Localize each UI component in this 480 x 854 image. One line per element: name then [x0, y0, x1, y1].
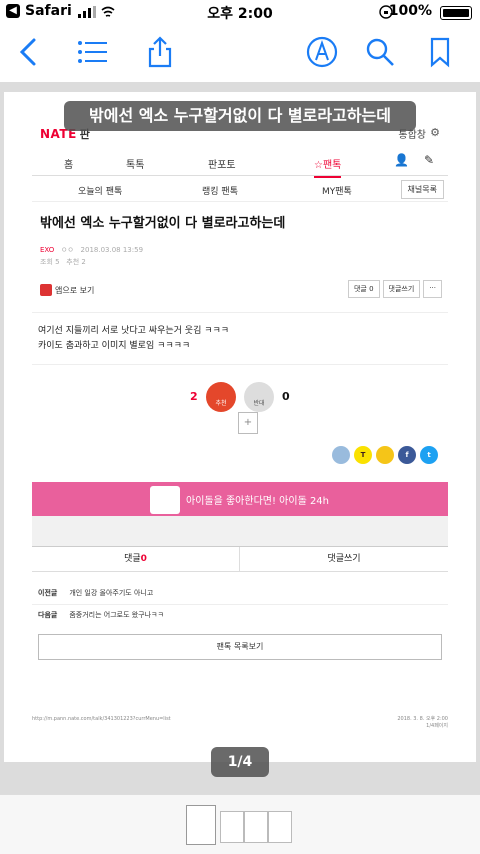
bookmark-icon[interactable]	[424, 36, 456, 68]
page-thumbnail[interactable]	[186, 805, 216, 845]
search-icon[interactable]	[364, 36, 396, 68]
downvote-button[interactable]: 반대	[244, 382, 274, 412]
nav-panphoto[interactable]: 판포토	[208, 156, 236, 171]
user-icon[interactable]: 👤	[394, 153, 409, 167]
prev-label: 이전글	[38, 589, 58, 597]
post-action-bar: 앱으로 보기 댓글 0 댓글쓰기 ···	[40, 280, 448, 302]
tab-comments[interactable]: 댓글0	[32, 547, 240, 571]
post-recommends: 추천 2	[66, 258, 86, 266]
divider	[32, 604, 448, 605]
ad-space	[32, 516, 448, 546]
banner-thumbnail	[150, 486, 180, 514]
vote-area: 2 추천 반대 0 +	[0, 380, 480, 440]
next-title: 줌중거리는 어그로도 왔구나ㅋㅋ	[69, 611, 164, 619]
thumbs-down-icon: 반대	[253, 400, 265, 407]
thumbs-up-icon: 추천	[215, 400, 227, 407]
page-indicator: 1/4	[211, 747, 269, 777]
banner-text: 아이돌을 좋아한다면! 아이돌 24h	[186, 496, 330, 507]
subnav-today[interactable]: 오늘의 팬톡	[78, 184, 122, 197]
post-views: 조회 5	[40, 258, 60, 266]
post-meta: EXO ㅇㅇ 2018.03.08 13:59 조회 5 추천 2	[40, 244, 143, 268]
facebook-icon[interactable]: f	[398, 446, 416, 464]
more-button[interactable]: ···	[423, 280, 442, 298]
subnav-my[interactable]: MY팬톡	[322, 184, 352, 197]
kakaostory-icon[interactable]	[332, 446, 350, 464]
subnav-ranking[interactable]: 랭킹 팬톡	[202, 184, 238, 197]
main-nav: 홈 톡톡 판포토 ☆팬톡 👤 ✎	[32, 150, 448, 178]
list-icon[interactable]	[76, 36, 108, 68]
scrap-icon[interactable]: +	[238, 412, 258, 434]
document-title: 밖에선 엑소 누구할거없이 다 별로라고하는데	[64, 101, 416, 131]
back-chevron-icon[interactable]	[14, 36, 46, 68]
post-body-line: 여기선 지들끼리 서로 낫다고 싸우는거 웃김 ㅋㅋㅋ	[38, 326, 230, 336]
footer-url: http://m.pann.nate.com/talk/341301223?cu…	[32, 716, 171, 722]
page-thumbnail[interactable]	[220, 811, 244, 843]
sub-nav: 오늘의 팬톡 랭킹 팬톡 MY팬톡 채널목록	[32, 178, 448, 202]
fantalk-list-button[interactable]: 팬톡 목록보기	[38, 634, 442, 660]
share-buttons: T f t	[332, 446, 438, 464]
upvote-count: 2	[190, 390, 198, 403]
viewer-toolbar	[0, 24, 480, 82]
twitter-icon[interactable]: t	[420, 446, 438, 464]
comment-count-button[interactable]: 댓글 0	[347, 280, 380, 298]
write-comment-button[interactable]: 댓글쓰기	[382, 280, 421, 298]
ad-banner[interactable]: 아이돌을 좋아한다면! 아이돌 24h	[32, 482, 448, 516]
post-category[interactable]: EXO	[40, 246, 54, 254]
app-icon	[40, 284, 52, 296]
nav-toktok[interactable]: 톡톡	[126, 156, 144, 171]
nav-fantalk[interactable]: ☆팬톡	[314, 156, 342, 178]
post-title: 밖에선 엑소 누구할거없이 다 별로라고하는데	[40, 216, 286, 231]
status-bar: ◀ Safari 오후 2:00 100%	[0, 0, 480, 24]
comment-tabs: 댓글0 댓글쓰기	[32, 546, 448, 572]
footer-date: 2018. 3. 8. 오후 2:00 1/4페이지	[397, 716, 448, 729]
share-icon[interactable]	[144, 36, 176, 68]
nav-home[interactable]: 홈	[64, 156, 73, 171]
page-thumbnail[interactable]	[244, 811, 268, 843]
channel-list-button[interactable]: 채널목록	[400, 180, 444, 199]
prev-title: 개인 일강 올아주기도 아니고	[69, 589, 154, 597]
prev-post-link[interactable]: 이전글 개인 일강 올아주기도 아니고	[38, 588, 153, 598]
app-view-link[interactable]: 앱으로 보기	[55, 285, 94, 296]
next-label: 다음글	[38, 611, 58, 619]
post-date: 2018.03.08 13:59	[80, 246, 144, 254]
tab-write-comment[interactable]: 댓글쓰기	[240, 547, 448, 571]
upvote-button[interactable]: 추천	[206, 382, 236, 412]
battery-icon	[440, 6, 472, 20]
kakao-icon[interactable]	[376, 446, 394, 464]
post-nick: ㅇㅇ	[60, 246, 74, 254]
talk-icon[interactable]: T	[354, 446, 372, 464]
next-post-link[interactable]: 다음글 줌중거리는 어그로도 왔구나ㅋㅋ	[38, 610, 164, 620]
battery-percent: 100%	[388, 3, 432, 19]
page-thumbnail[interactable]	[268, 811, 292, 843]
post-body-line: 카이도 춤과하고 이미지 별로임 ㅋㅋㅋㅋ	[38, 341, 191, 351]
gear-icon[interactable]: ⚙	[430, 126, 440, 139]
downvote-count: 0	[282, 390, 290, 403]
thumbnail-strip	[0, 794, 480, 854]
markup-icon[interactable]	[306, 36, 338, 68]
post-body: 여기선 지들끼리 서로 낫다고 싸우는거 웃김 ㅋㅋㅋ 카이도 춤과하고 이미지…	[38, 324, 229, 354]
divider	[32, 312, 448, 313]
write-icon[interactable]: ✎	[424, 153, 434, 167]
divider	[32, 364, 448, 365]
